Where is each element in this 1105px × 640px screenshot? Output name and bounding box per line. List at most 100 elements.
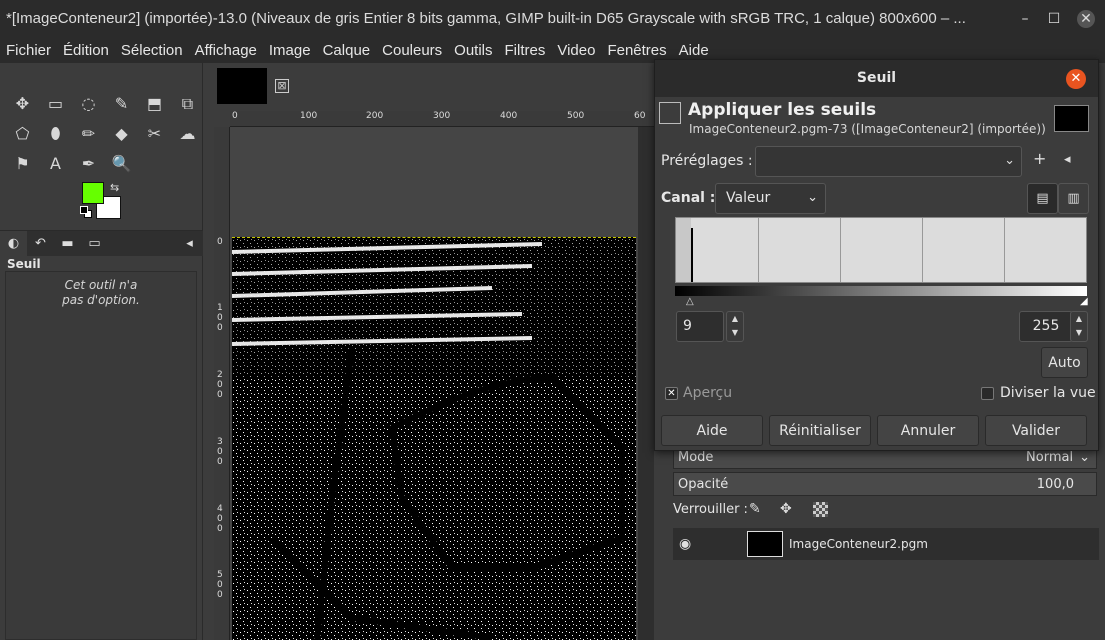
ruler-label: 500 bbox=[567, 111, 585, 121]
rect-select-tool-icon[interactable]: ▭ bbox=[39, 89, 72, 118]
dialog-subtitle: ImageConteneur2.pgm-73 ([ImageConteneur2… bbox=[689, 122, 1046, 136]
transform-tool-icon[interactable]: ⧉ bbox=[171, 89, 204, 118]
foreground-color-swatch[interactable] bbox=[82, 182, 104, 204]
eye-icon[interactable]: ◉ bbox=[679, 536, 691, 552]
menu-selection[interactable]: Sélection bbox=[115, 42, 189, 59]
tool-options-message-2: pas d'option. bbox=[62, 293, 140, 307]
images-tab-icon[interactable]: ▬ bbox=[54, 231, 81, 257]
image-canvas[interactable] bbox=[232, 237, 636, 640]
threshold-dialog: Seuil ✕ Appliquer les seuils ImageConten… bbox=[654, 59, 1099, 451]
help-button[interactable]: Aide bbox=[661, 415, 763, 446]
threshold-image bbox=[232, 238, 636, 640]
presets-dropdown[interactable]: ⌄ bbox=[755, 146, 1022, 177]
preview-checkbox[interactable]: ✕ bbox=[665, 387, 678, 400]
menu-affichage[interactable]: Affichage bbox=[189, 42, 263, 59]
tool-options-tab-icon[interactable]: ◐ bbox=[0, 230, 27, 257]
menu-couleurs[interactable]: Couleurs bbox=[376, 42, 448, 59]
smudge-tool-icon[interactable]: ☁ bbox=[171, 119, 204, 148]
channel-dropdown[interactable]: Valeur ⌄ bbox=[715, 183, 826, 214]
menu-fenetres[interactable]: Fenêtres bbox=[601, 42, 672, 59]
preset-menu-icon[interactable]: ◂ bbox=[1064, 152, 1071, 167]
heal-tool-icon[interactable]: ✂ bbox=[138, 119, 171, 148]
add-preset-icon[interactable]: + bbox=[1033, 149, 1046, 168]
move-tool-icon[interactable]: ✥ bbox=[6, 89, 39, 118]
menu-aide[interactable]: Aide bbox=[673, 42, 715, 59]
lock-position-icon[interactable]: ✥ bbox=[780, 501, 792, 517]
maximize-button[interactable]: ☐ bbox=[1045, 10, 1063, 28]
low-threshold-handle-icon[interactable]: △ bbox=[686, 296, 694, 307]
paintbrush-tool-icon[interactable]: ✏ bbox=[72, 119, 105, 148]
eraser-tool-icon[interactable]: ◆ bbox=[105, 119, 138, 148]
paths-tool-icon[interactable]: ⚑ bbox=[6, 149, 39, 178]
layer-row[interactable]: ◉ ImageConteneur2.pgm bbox=[673, 528, 1099, 560]
zoom-tool-icon[interactable]: 🔍 bbox=[105, 149, 138, 178]
histogram[interactable] bbox=[675, 217, 1087, 283]
menu-image[interactable]: Image bbox=[263, 42, 317, 59]
low-threshold-input[interactable]: 9 bbox=[676, 311, 724, 342]
menu-fichier[interactable]: Fichier bbox=[0, 42, 57, 59]
ruler-label: 200 bbox=[366, 111, 384, 121]
high-threshold-stepper[interactable]: ▲ ▼ bbox=[1070, 311, 1088, 342]
opacity-value[interactable]: 100,0 bbox=[1037, 477, 1074, 492]
high-threshold-input[interactable]: 255 bbox=[1019, 311, 1073, 342]
layer-name[interactable]: ImageConteneur2.pgm bbox=[789, 537, 928, 551]
menu-filtres[interactable]: Filtres bbox=[499, 42, 552, 59]
devices-tab-icon[interactable]: ▭ bbox=[81, 231, 108, 257]
tool-options-tabs: ◐ ↶ ▬ ▭ ◂ bbox=[0, 230, 203, 257]
menu-outils[interactable]: Outils bbox=[448, 42, 498, 59]
split-view-checkbox[interactable] bbox=[981, 387, 994, 400]
toolbox: ✥ ▭ ◌ ✎ ⬒ ⧉ ⬠ ⬮ ✏ ◆ ✂ ☁ ⚑ A ✒ 🔍 ⇆ ◐ ↶ ▬ … bbox=[0, 63, 203, 640]
close-image-tab-icon[interactable]: ⊠ bbox=[275, 79, 289, 93]
ruler-label: 5 0 0 bbox=[217, 570, 223, 600]
lasso-tool-icon[interactable]: ◌ bbox=[72, 89, 105, 118]
menu-edition[interactable]: Édition bbox=[57, 42, 115, 59]
tool-row-1: ✥ ▭ ◌ ✎ ⬒ ⧉ bbox=[6, 89, 204, 118]
cancel-button[interactable]: Annuler bbox=[877, 415, 979, 446]
channel-label: Canal : bbox=[661, 190, 716, 206]
window-title: *[ImageConteneur2] (importée)-13.0 (Nive… bbox=[6, 10, 966, 27]
dialog-heading: Appliquer les seuils bbox=[688, 100, 877, 120]
lock-alpha-icon[interactable] bbox=[813, 502, 828, 517]
threshold-icon bbox=[659, 102, 681, 124]
linear-histogram-icon[interactable]: ▤ bbox=[1027, 183, 1058, 214]
close-window-button[interactable]: ✕ bbox=[1077, 10, 1095, 28]
log-histogram-icon[interactable]: ▥ bbox=[1058, 183, 1089, 214]
ruler-label: 400 bbox=[500, 111, 518, 121]
canvas-scrollbar[interactable] bbox=[638, 127, 654, 640]
color-picker-tool-icon[interactable]: ✒ bbox=[72, 149, 105, 178]
text-tool-icon[interactable]: A bbox=[39, 149, 72, 178]
chevron-down-icon: ⌄ bbox=[807, 190, 818, 205]
lock-pixels-icon[interactable]: ✎ bbox=[749, 501, 761, 517]
ok-button[interactable]: Valider bbox=[985, 415, 1087, 446]
default-colors-icon[interactable] bbox=[80, 206, 92, 218]
fuzzy-select-tool-icon[interactable]: ✎ bbox=[105, 89, 138, 118]
crop-tool-icon[interactable]: ⬒ bbox=[138, 89, 171, 118]
title-bar: *[ImageConteneur2] (importée)-13.0 (Nive… bbox=[0, 0, 1105, 37]
channel-value: Valeur bbox=[726, 190, 771, 206]
ruler-label: 60 bbox=[634, 111, 646, 121]
auto-button[interactable]: Auto bbox=[1041, 347, 1088, 378]
menu-calque[interactable]: Calque bbox=[317, 42, 377, 59]
image-tab-thumbnail[interactable] bbox=[217, 68, 267, 104]
warp-tool-icon[interactable]: ⬠ bbox=[6, 119, 39, 148]
chevron-down-icon: ⌄ bbox=[1079, 449, 1090, 465]
minimize-button[interactable]: – bbox=[1016, 10, 1034, 28]
chevron-down-icon: ⌄ bbox=[1004, 153, 1015, 168]
histogram-gridline bbox=[922, 218, 923, 282]
tab-menu-icon[interactable]: ◂ bbox=[176, 231, 203, 257]
undo-history-tab-icon[interactable]: ↶ bbox=[27, 231, 54, 257]
tool-row-3: ⚑ A ✒ 🔍 bbox=[6, 149, 138, 178]
dialog-close-button[interactable]: ✕ bbox=[1066, 69, 1086, 89]
low-threshold-stepper[interactable]: ▲ ▼ bbox=[726, 311, 744, 342]
bucket-fill-tool-icon[interactable]: ⬮ bbox=[39, 119, 72, 148]
swap-colors-icon[interactable]: ⇆ bbox=[110, 181, 119, 194]
opacity-row[interactable]: Opacité 100,0 bbox=[673, 472, 1097, 496]
ruler-label: 4 0 0 bbox=[217, 504, 223, 534]
opacity-label: Opacité bbox=[678, 476, 729, 492]
menu-video[interactable]: Video bbox=[551, 42, 601, 59]
reset-button[interactable]: Réinitialiser bbox=[769, 415, 871, 446]
dialog-title: Seuil bbox=[655, 60, 1098, 97]
mode-value[interactable]: Normal bbox=[1026, 450, 1073, 465]
high-threshold-handle-icon[interactable]: ◢ bbox=[1080, 296, 1088, 307]
tool-options-title: Seuil bbox=[7, 257, 41, 271]
